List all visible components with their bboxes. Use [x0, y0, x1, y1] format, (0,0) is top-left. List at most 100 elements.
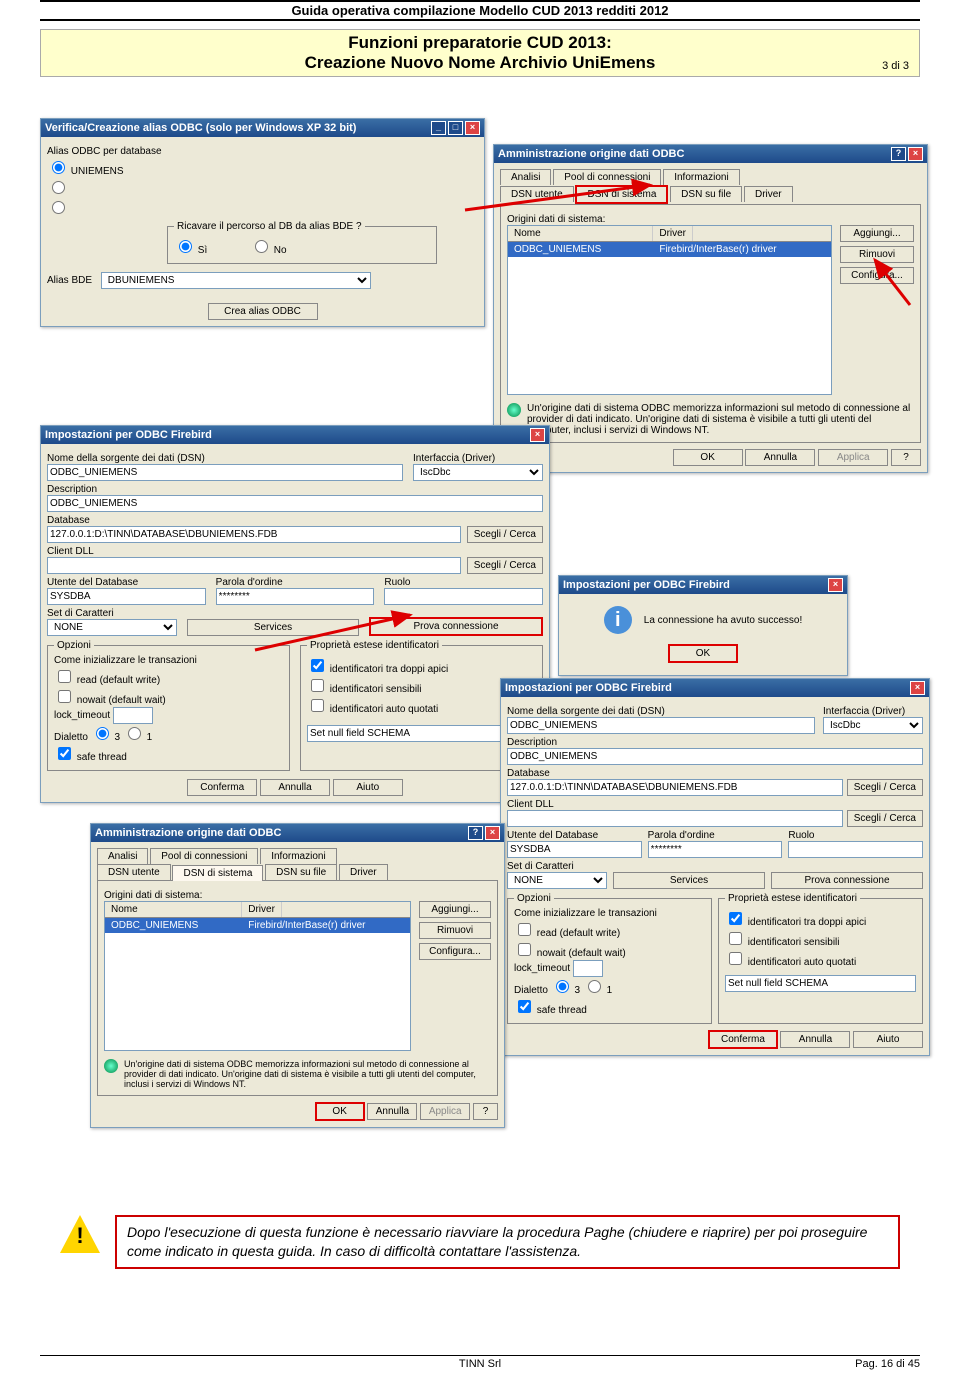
- tab2-analisi[interactable]: Analisi: [97, 848, 148, 864]
- user2-input[interactable]: [507, 841, 642, 858]
- tab-analisi[interactable]: Analisi: [500, 169, 551, 185]
- maximize-icon[interactable]: □: [448, 121, 463, 135]
- ok2-button[interactable]: OK: [315, 1102, 365, 1121]
- close-icon[interactable]: ×: [530, 428, 545, 442]
- annulla2-button[interactable]: Annulla: [780, 1031, 850, 1048]
- tab2-dsn-file[interactable]: DSN su file: [265, 864, 337, 880]
- db2-input[interactable]: [507, 779, 843, 796]
- verifica-window: Verifica/Creazione alias ODBC (solo per …: [40, 118, 485, 327]
- radio-d3[interactable]: 3: [91, 732, 120, 743]
- tab-dsn-file[interactable]: DSN su file: [670, 186, 742, 202]
- schema2-input[interactable]: [725, 975, 916, 992]
- read-check[interactable]: read (default write): [54, 667, 283, 686]
- crea-alias-button[interactable]: Crea alias ODBC: [208, 303, 318, 320]
- rimuovi2-button[interactable]: Rimuovi: [419, 922, 491, 939]
- conferma-button[interactable]: Conferma: [187, 779, 257, 796]
- read2-check[interactable]: read (default write): [514, 920, 705, 939]
- annulla-button[interactable]: Annulla: [745, 449, 815, 466]
- close-icon[interactable]: ×: [828, 578, 843, 592]
- db-input[interactable]: [47, 526, 461, 543]
- doppi2-check[interactable]: identificatori tra doppi apici: [725, 909, 916, 928]
- safe-check[interactable]: safe thread: [54, 744, 283, 763]
- tab2-dsn-sistema[interactable]: DSN di sistema: [172, 865, 263, 881]
- close-icon[interactable]: ×: [908, 147, 923, 161]
- prova-button[interactable]: Prova connessione: [369, 617, 543, 636]
- scegli-client-button[interactable]: Scegli / Cerca: [467, 557, 543, 574]
- aiuto2-button[interactable]: Aiuto: [853, 1031, 923, 1048]
- lock-input[interactable]: [113, 707, 153, 724]
- client2-input[interactable]: [507, 810, 843, 827]
- iface-select[interactable]: IscDbc: [413, 464, 543, 481]
- col-nome: Nome: [508, 226, 653, 241]
- ruolo2-input[interactable]: [788, 841, 923, 858]
- aggiungi-button[interactable]: Aggiungi...: [840, 225, 914, 242]
- iface2-label: Interfaccia (Driver): [823, 706, 923, 717]
- aiuto-button[interactable]: Aiuto: [333, 779, 403, 796]
- close-icon[interactable]: ×: [485, 826, 500, 840]
- radio2-d1[interactable]: 1: [583, 985, 612, 996]
- prova2-button[interactable]: Prova connessione: [771, 872, 923, 889]
- annulla2-button[interactable]: Annulla: [367, 1103, 417, 1120]
- close-icon[interactable]: ×: [465, 121, 480, 135]
- aggiungi2-button[interactable]: Aggiungi...: [419, 901, 491, 918]
- alias-bde-select[interactable]: DBUNIEMENS: [101, 272, 371, 289]
- tab-info[interactable]: Informazioni: [663, 169, 739, 185]
- help-icon[interactable]: ?: [891, 147, 906, 161]
- set2-select[interactable]: NONE: [507, 872, 607, 889]
- radio-empty1[interactable]: [47, 178, 478, 197]
- tab2-dsn-utente[interactable]: DSN utente: [97, 864, 171, 880]
- lock2-input[interactable]: [573, 960, 603, 977]
- dsn2-input[interactable]: [507, 717, 815, 734]
- db-label: Database: [47, 515, 543, 526]
- dsn-input[interactable]: [47, 464, 403, 481]
- scegli2-button[interactable]: Scegli / Cerca: [847, 779, 923, 796]
- configura-button[interactable]: Configura...: [840, 267, 914, 284]
- services2-button[interactable]: Services: [613, 872, 765, 889]
- pass2-input[interactable]: [648, 841, 783, 858]
- close-icon[interactable]: ×: [910, 681, 925, 695]
- radio-si[interactable]: Sì: [174, 237, 207, 256]
- origini2-list[interactable]: Nome Driver ODBC_UNIEMENS Firebird/Inter…: [104, 901, 411, 1051]
- tab2-info[interactable]: Informazioni: [260, 848, 336, 864]
- ruolo-input[interactable]: [384, 588, 543, 605]
- row-name: ODBC_UNIEMENS: [508, 242, 653, 257]
- tab-dsn-utente[interactable]: DSN utente: [500, 186, 574, 202]
- radio-uniemens[interactable]: UNIEMENS: [47, 158, 478, 177]
- tab-driver[interactable]: Driver: [744, 186, 793, 202]
- sensibili2-check[interactable]: identificatori sensibili: [725, 929, 916, 948]
- client-input[interactable]: [47, 557, 461, 574]
- set-select[interactable]: NONE: [47, 619, 177, 636]
- origini-list[interactable]: Nome Driver ODBC_UNIEMENS Firebird/Inter…: [507, 225, 832, 395]
- success-ok-button[interactable]: OK: [668, 644, 738, 663]
- minimize-icon[interactable]: _: [431, 121, 446, 135]
- configura2-button[interactable]: Configura...: [419, 943, 491, 960]
- tab-pool[interactable]: Pool di connessioni: [553, 169, 661, 185]
- tab-dsn-sistema[interactable]: DSN di sistema: [575, 185, 668, 204]
- user-input[interactable]: [47, 588, 206, 605]
- scegli2b-button[interactable]: Scegli / Cerca: [847, 810, 923, 827]
- help2-button[interactable]: ?: [473, 1103, 498, 1120]
- quotati2-check[interactable]: identificatori auto quotati: [725, 949, 916, 968]
- pass-input[interactable]: [216, 588, 375, 605]
- annulla-button[interactable]: Annulla: [260, 779, 330, 796]
- radio-no[interactable]: No: [250, 237, 287, 256]
- conferma2-button[interactable]: Conferma: [708, 1030, 778, 1049]
- ok-button[interactable]: OK: [673, 449, 743, 466]
- doppi-check[interactable]: identificatori tra doppi apici: [307, 656, 536, 675]
- iface2-select[interactable]: IscDbc: [823, 717, 923, 734]
- radio-empty2[interactable]: [47, 198, 478, 217]
- safe2-check[interactable]: safe thread: [514, 997, 705, 1016]
- scegli-db-button[interactable]: Scegli / Cerca: [467, 526, 543, 543]
- desc-input[interactable]: [47, 495, 543, 512]
- tab2-driver[interactable]: Driver: [339, 864, 388, 880]
- tab2-pool[interactable]: Pool di connessioni: [150, 848, 258, 864]
- help-icon[interactable]: ?: [468, 826, 483, 840]
- services-button[interactable]: Services: [187, 619, 359, 636]
- desc2-input[interactable]: [507, 748, 923, 765]
- help-button[interactable]: ?: [891, 449, 921, 466]
- radio-d1[interactable]: 1: [123, 732, 152, 743]
- nowait-check[interactable]: nowait (default wait): [54, 687, 283, 706]
- rimuovi-button[interactable]: Rimuovi: [840, 246, 914, 263]
- nowait2-check[interactable]: nowait (default wait): [514, 940, 705, 959]
- radio2-d3[interactable]: 3: [551, 985, 580, 996]
